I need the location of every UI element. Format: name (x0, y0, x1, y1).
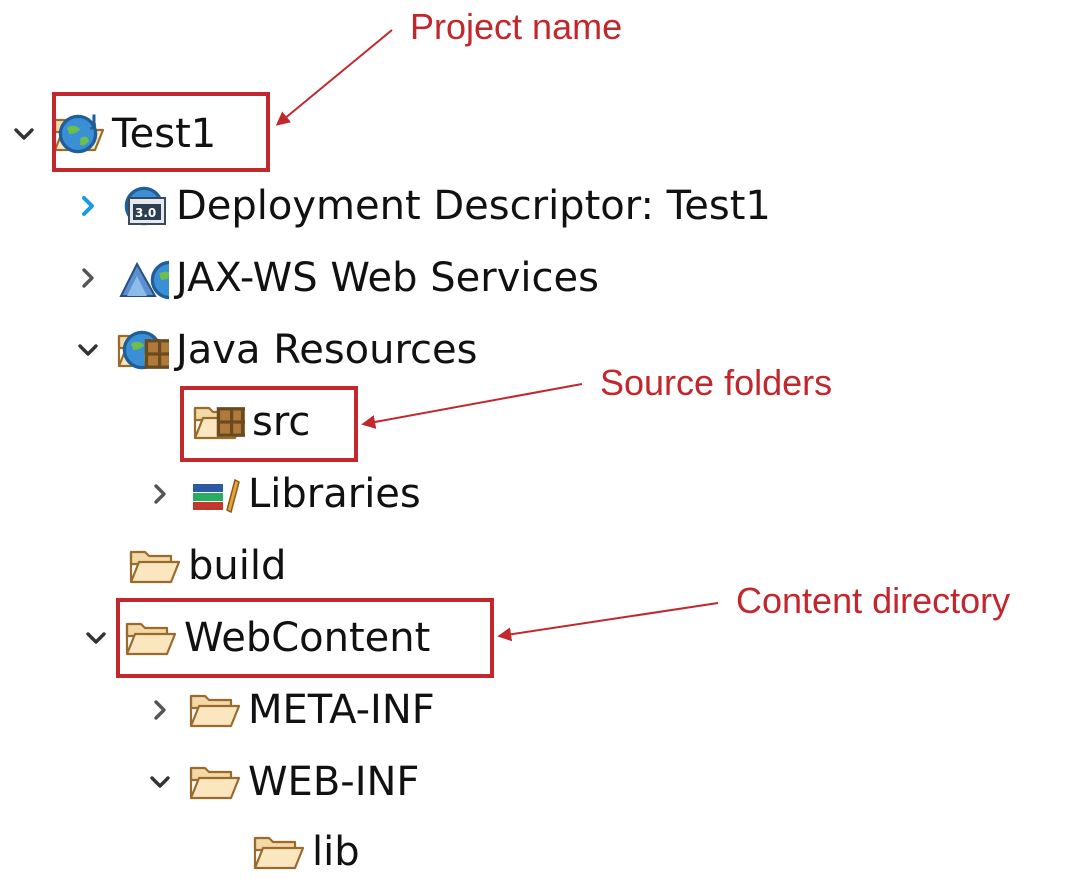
chevron-down-icon[interactable] (78, 620, 114, 656)
chevron-down-icon[interactable] (6, 116, 42, 152)
highlight-project-name (52, 92, 270, 172)
tree-item-label: lib (312, 829, 360, 875)
highlight-source-folders (180, 386, 358, 462)
chevron-right-icon[interactable] (70, 188, 106, 224)
highlight-content-directory (116, 598, 494, 678)
java-resources-icon (114, 327, 170, 373)
tree-item-meta-inf[interactable]: META-INF (142, 680, 435, 740)
annotation-source-folders: Source folders (600, 362, 833, 403)
tree-item-label: Deployment Descriptor: Test1 (176, 183, 771, 229)
chevron-down-icon[interactable] (70, 332, 106, 368)
folder-icon (186, 759, 242, 805)
tree-item-build[interactable]: build (126, 536, 286, 596)
arrow-source-folders (361, 383, 583, 429)
tree-item-label: META-INF (248, 687, 435, 733)
tree-item-jax-ws[interactable]: JAX-WS Web Services (70, 248, 599, 308)
annotation-content-directory: Content directory (736, 580, 1011, 621)
tree-item-label: build (188, 543, 287, 589)
folder-icon (126, 543, 182, 589)
deployment-descriptor-icon: 3.0 (114, 183, 170, 229)
tree-item-label: JAX-WS Web Services (176, 255, 599, 301)
arrow-content-directory (497, 602, 719, 642)
tree-item-java-resources[interactable]: Java Resources (70, 320, 477, 380)
version-badge: 3.0 (135, 206, 156, 220)
tree-item-lib[interactable]: lib (250, 822, 360, 882)
web-services-icon (114, 255, 170, 301)
tree-item-label: Libraries (248, 471, 421, 517)
chevron-right-icon[interactable] (142, 692, 178, 728)
tree-item-label: Java Resources (176, 327, 478, 373)
tree-item-label: WEB-INF (248, 759, 420, 805)
tree-item-libraries[interactable]: Libraries (142, 464, 421, 524)
chevron-down-icon[interactable] (142, 764, 178, 800)
folder-icon (250, 829, 306, 875)
annotation-project-name: Project name (410, 6, 623, 47)
libraries-icon (186, 471, 242, 517)
tree-item-deployment-descriptor[interactable]: 3.0 Deployment Descriptor: Test1 (70, 176, 771, 236)
chevron-right-icon[interactable] (70, 260, 106, 296)
chevron-right-icon[interactable] (142, 476, 178, 512)
arrow-project-name (275, 29, 393, 126)
folder-icon (186, 687, 242, 733)
tree-item-web-inf[interactable]: WEB-INF (142, 752, 419, 812)
